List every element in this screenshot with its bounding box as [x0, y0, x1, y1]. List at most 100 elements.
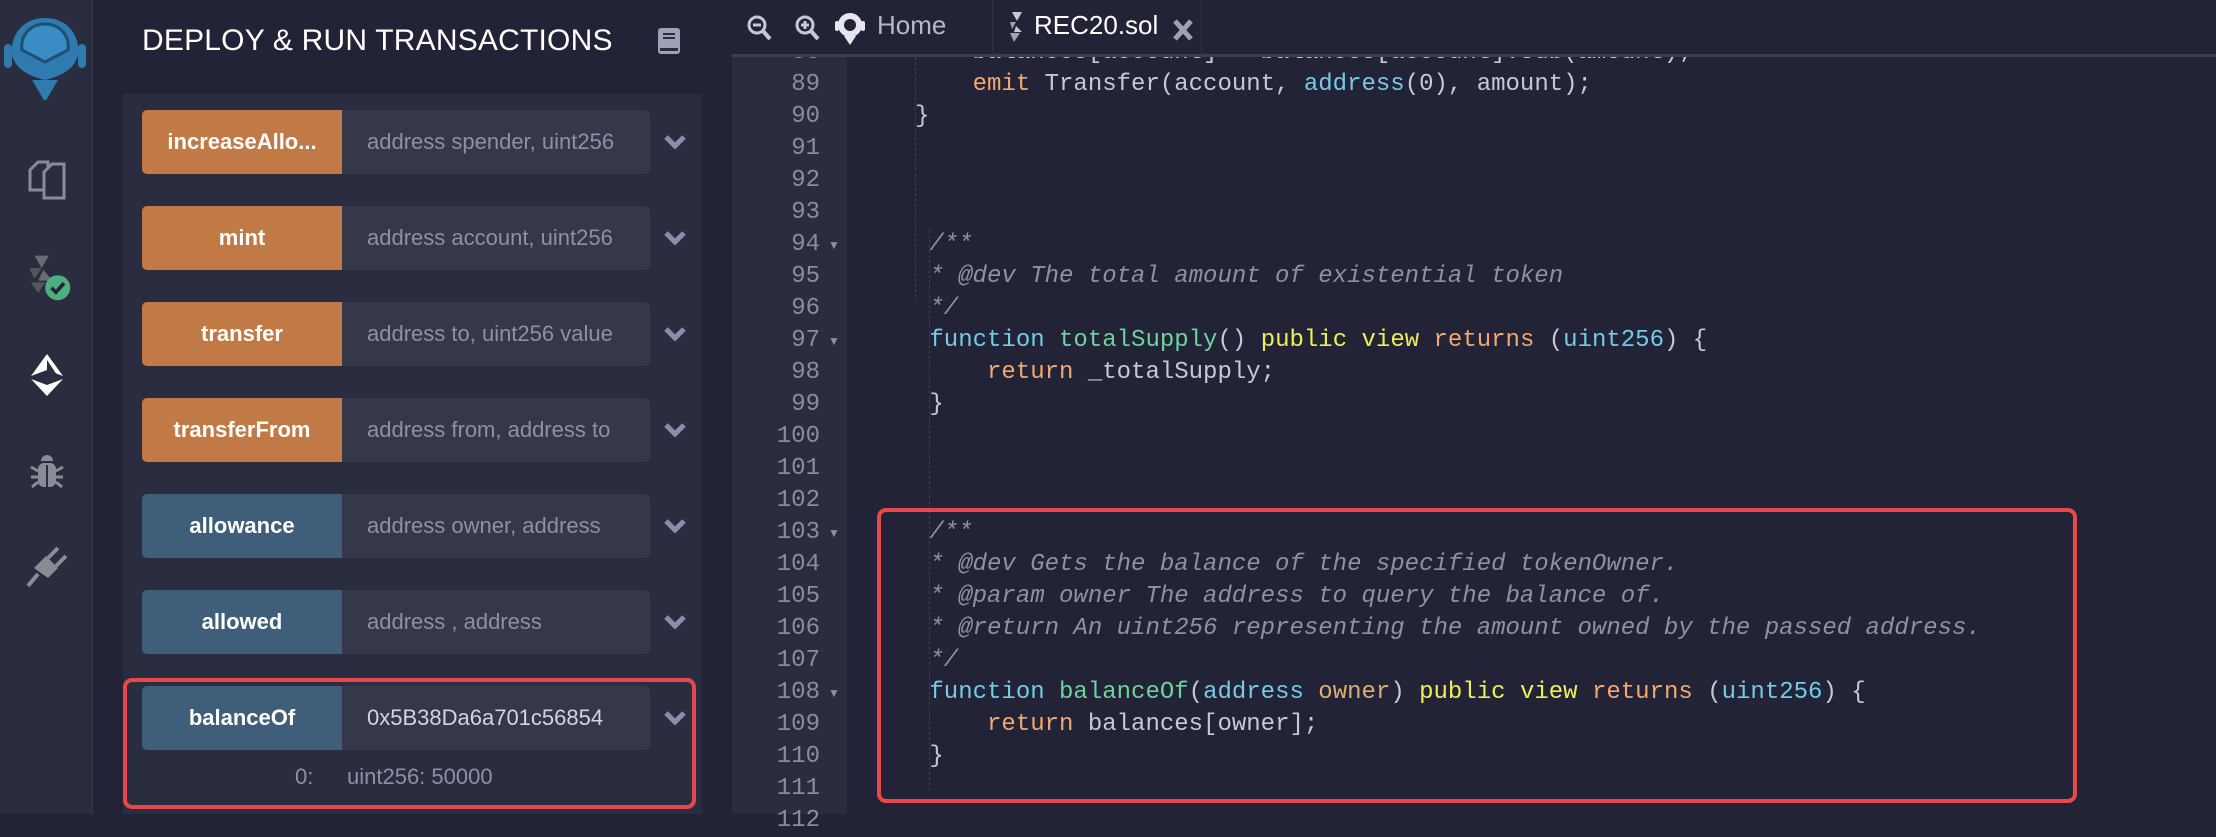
function-args-input[interactable]: address to, uint256 value	[342, 302, 650, 366]
panel-title: DEPLOY & RUN TRANSACTIONS	[142, 24, 613, 57]
function-button[interactable]: allowed	[142, 590, 342, 654]
code-line: */	[915, 293, 958, 325]
code-token: (0), amount);	[1404, 71, 1592, 98]
code-line: /**	[915, 229, 972, 261]
code-token: */	[915, 295, 959, 322]
function-row: allowance address owner, address	[142, 494, 702, 558]
function-button[interactable]: mint	[142, 206, 342, 270]
result-index: 0:	[295, 764, 314, 789]
code-token: public	[1260, 327, 1348, 354]
code-line: function totalSupply() public view retur…	[915, 325, 1707, 357]
code-line: return _totalSupply;	[915, 357, 1275, 389]
code-token: * @dev The total amount of existential t…	[915, 263, 1564, 290]
code-token: function	[929, 327, 1045, 354]
zoom-in-icon[interactable]	[794, 14, 820, 47]
chevron-down-icon[interactable]	[660, 319, 690, 349]
line-number: 97	[791, 327, 820, 354]
tab-home-label: Home	[877, 10, 947, 40]
function-row: mint address account, uint256	[142, 206, 702, 270]
line-number: 93	[791, 199, 820, 226]
file-explorer-icon[interactable]	[22, 155, 72, 205]
close-tab-icon[interactable]	[1172, 18, 1194, 47]
chevron-down-icon[interactable]	[660, 223, 690, 253]
function-row: transfer address to, uint256 value	[142, 302, 702, 366]
code-token: return	[987, 359, 1074, 386]
code-token: ) {	[1664, 327, 1708, 354]
tab-rec20-sol[interactable]: REC20.sol	[994, 0, 1202, 57]
code-token: Transfer(account,	[1030, 71, 1304, 98]
debugger-icon[interactable]	[22, 446, 72, 496]
line-number: 92	[791, 167, 820, 194]
function-args-input[interactable]: address , address	[342, 590, 650, 654]
line-number: 90	[791, 103, 820, 130]
line-number: 101	[776, 455, 820, 482]
code-line: }	[915, 101, 929, 133]
function-args-input[interactable]: address spender, uint256	[342, 110, 650, 174]
line-number: 95	[791, 263, 820, 290]
fold-toggle-icon[interactable]: ▼	[828, 677, 840, 709]
function-button[interactable]: transfer	[142, 302, 342, 366]
line-number: 103	[776, 519, 820, 546]
zoom-out-icon[interactable]	[746, 14, 772, 47]
code-token: totalSupply	[1059, 327, 1218, 354]
chevron-down-icon[interactable]	[660, 607, 690, 637]
fold-toggle-icon[interactable]: ▼	[828, 325, 840, 357]
code-token: ()	[1217, 327, 1261, 354]
line-number: 102	[776, 487, 820, 514]
plugin-manager-icon[interactable]	[22, 542, 72, 592]
function-button[interactable]: transferFrom	[142, 398, 342, 462]
deploy-run-icon[interactable]	[22, 350, 72, 400]
function-button[interactable]: allowance	[142, 494, 342, 558]
remix-logo-icon[interactable]	[2, 10, 88, 100]
line-number: 110	[776, 743, 820, 770]
function-args-input[interactable]: address account, uint256	[342, 206, 650, 270]
solidity-file-icon	[1008, 12, 1024, 47]
function-args-input[interactable]: address owner, address	[342, 494, 650, 558]
line-number: 112	[776, 807, 820, 834]
chevron-down-icon[interactable]	[660, 127, 690, 157]
fold-toggle-icon[interactable]: ▼	[828, 517, 840, 549]
chevron-down-icon[interactable]	[660, 415, 690, 445]
balanceof-code-highlight	[877, 508, 2077, 803]
code-token: uint256	[1563, 327, 1664, 354]
code-line: * @dev The total amount of existential t…	[915, 261, 1563, 293]
line-number: 98	[791, 359, 820, 386]
indent-guide	[915, 57, 916, 297]
icon-sidebar	[0, 0, 93, 814]
fold-toggle-icon[interactable]: ▼	[828, 229, 840, 261]
code-token: view	[1361, 327, 1420, 354]
code-token: address	[1303, 71, 1405, 98]
tab-rec20-label: REC20.sol	[1034, 10, 1159, 40]
line-number: 109	[776, 711, 820, 738]
home-remix-icon	[834, 10, 866, 51]
line-number: 111	[776, 775, 820, 802]
documentation-icon[interactable]	[658, 28, 680, 59]
code-editor[interactable]: 88899091929394▼959697▼9899100101102103▼1…	[732, 0, 2216, 834]
function-row: transferFrom address from, address to	[142, 398, 702, 462]
deploy-run-panel: DEPLOY & RUN TRANSACTIONS increaseAllo..…	[95, 0, 730, 814]
line-number: 106	[776, 615, 820, 642]
code-token: (	[1534, 327, 1564, 354]
line-number: 104	[776, 551, 820, 578]
line-number: 107	[776, 647, 820, 674]
line-number: 96	[791, 295, 820, 322]
code-token: _totalSupply;	[1073, 359, 1276, 386]
function-args-input[interactable]: address from, address to	[342, 398, 650, 462]
tab-home[interactable]: Home	[832, 0, 993, 57]
line-number: 99	[791, 391, 820, 418]
line-number: 100	[776, 423, 820, 450]
result-value: uint256: 50000	[347, 764, 493, 789]
function-button[interactable]: increaseAllo...	[142, 110, 342, 174]
function-row: increaseAllo... address spender, uint256	[142, 110, 702, 174]
chevron-down-icon[interactable]	[660, 511, 690, 541]
line-number: 91	[791, 135, 820, 162]
solidity-compiler-icon[interactable]	[22, 252, 72, 302]
code-token: }	[915, 103, 930, 130]
line-number: 105	[776, 583, 820, 610]
